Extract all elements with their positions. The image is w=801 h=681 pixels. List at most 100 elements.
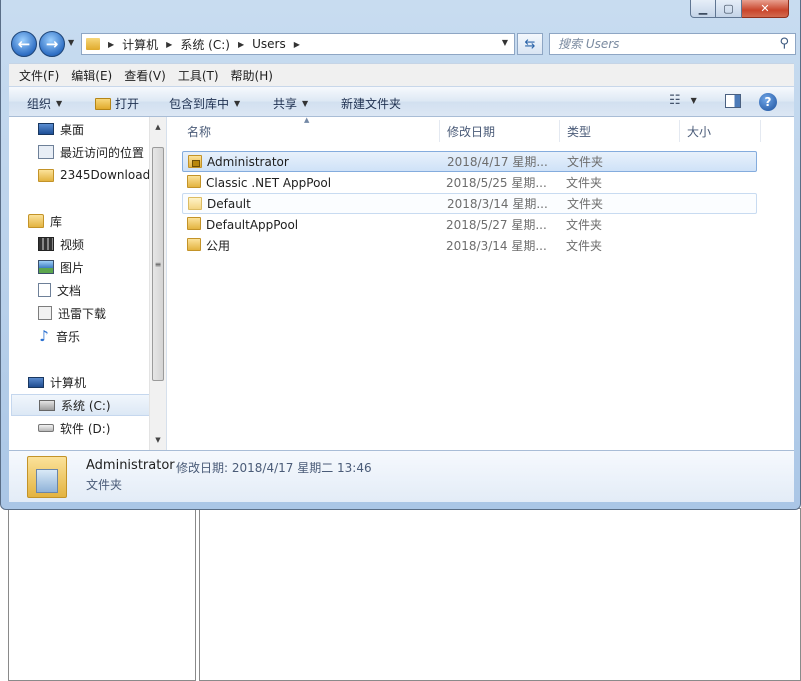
breadcrumb-users[interactable]: Users xyxy=(252,37,286,51)
menu-view[interactable]: 查看(V) xyxy=(124,67,166,84)
help-button[interactable]: ? xyxy=(759,93,777,111)
column-header-date-modified[interactable]: 修改日期 xyxy=(441,120,560,142)
organize-button[interactable]: 组织 ▼ xyxy=(27,95,62,112)
forward-button[interactable]: → xyxy=(39,31,65,57)
sidebar-item-videos[interactable]: 视频 xyxy=(38,233,84,255)
sidebar-item-label: 视频 xyxy=(60,237,85,252)
sidebar-item-recent-places[interactable]: 最近访问的位置 xyxy=(38,141,144,163)
computer-icon xyxy=(28,376,44,388)
navigation-row: ← → ▼ ▶ 计算机 ▶ 系统 (C:) ▶ Users ▶ ▼ ⇆ ⚲ xyxy=(9,29,796,57)
preview-pane-button[interactable] xyxy=(725,94,741,108)
navigation-scrollbar[interactable]: ▲ ≡ ▼ xyxy=(149,117,166,450)
sidebar-item-label: 图片 xyxy=(60,260,85,275)
sidebar-item-label: 音乐 xyxy=(56,329,81,344)
explorer-window: ▁ ▢ ✕ ← → ▼ ▶ 计算机 ▶ 系统 (C:) ▶ Users ▶ ▼ … xyxy=(0,0,801,510)
new-folder-button[interactable]: 新建文件夹 xyxy=(341,95,401,112)
open-button[interactable]: 打开 xyxy=(95,95,139,112)
sidebar-item-libraries[interactable]: 库 xyxy=(28,210,62,232)
new-folder-label: 新建文件夹 xyxy=(341,97,402,111)
sidebar-item-drive-d[interactable]: 软件 (D:) xyxy=(38,417,110,439)
details-item-type: 文件夹 xyxy=(86,478,123,492)
scrollbar-thumb[interactable]: ≡ xyxy=(152,147,164,381)
scroll-up-arrow-icon[interactable]: ▲ xyxy=(150,119,166,135)
chevron-right-icon[interactable]: ▶ xyxy=(166,40,172,49)
address-history-dropdown-icon[interactable]: ▼ xyxy=(502,38,508,47)
sidebar-item-pictures[interactable]: 图片 xyxy=(38,256,84,278)
chevron-right-icon[interactable]: ▶ xyxy=(108,40,114,49)
sidebar-item-desktop[interactable]: 桌面 xyxy=(38,118,84,140)
file-row[interactable]: DefaultAppPool 2018/5/27 星期... 文件夹 xyxy=(182,214,757,235)
sidebar-item-label: 文档 xyxy=(57,283,82,298)
file-date: 2018/4/17 星期... xyxy=(447,155,548,169)
refresh-button[interactable]: ⇆ xyxy=(517,33,543,55)
sidebar-item-documents[interactable]: 文档 xyxy=(38,279,81,301)
video-icon xyxy=(38,237,54,251)
menu-edit[interactable]: 编辑(E) xyxy=(71,67,112,84)
close-button[interactable]: ✕ xyxy=(742,0,789,18)
folder-icon xyxy=(187,238,201,251)
share-label: 共享 xyxy=(273,97,298,111)
file-name: Administrator xyxy=(207,154,289,169)
column-header-type[interactable]: 类型 xyxy=(561,120,680,142)
search-icon[interactable]: ⚲ xyxy=(779,36,789,51)
recent-places-icon xyxy=(38,145,54,159)
breadcrumb-computer[interactable]: 计算机 xyxy=(122,36,158,53)
open-label: 打开 xyxy=(115,97,140,111)
back-button[interactable]: ← xyxy=(11,31,37,57)
sidebar-item-label: 计算机 xyxy=(50,375,87,390)
scroll-down-arrow-icon[interactable]: ▼ xyxy=(150,432,166,448)
recent-pages-dropdown-icon[interactable]: ▼ xyxy=(68,38,74,47)
command-bar: 组织 ▼ 打开 包含到库中 ▼ 共享 ▼ 新建文件夹 ☷ ▼ ? xyxy=(9,86,794,117)
content-area: 桌面 最近访问的位置 2345Downloads 库 视频 图片 文档 迅雷下载… xyxy=(9,116,794,450)
menu-tools[interactable]: 工具(T) xyxy=(178,67,219,84)
background-window-left-pane xyxy=(8,508,196,681)
file-name: Classic .NET AppPool xyxy=(206,175,332,190)
maximize-button[interactable]: ▢ xyxy=(716,0,742,18)
libraries-icon xyxy=(28,214,44,228)
file-name: DefaultAppPool xyxy=(206,217,299,232)
file-row[interactable]: Classic .NET AppPool 2018/5/25 星期... 文件夹 xyxy=(182,172,757,193)
chevron-right-icon[interactable]: ▶ xyxy=(294,40,300,49)
file-row[interactable]: Default 2018/3/14 星期... 文件夹 xyxy=(182,193,757,214)
sidebar-item-computer[interactable]: 计算机 xyxy=(28,371,86,393)
folder-icon xyxy=(187,217,201,230)
view-options-icon: ☷ xyxy=(669,93,681,108)
file-list-pane: ▲ 名称 修改日期 类型 大小 Administrator 2018/4/17 … xyxy=(168,116,794,450)
music-note-icon: ♪ xyxy=(39,327,49,345)
chevron-down-icon: ▼ xyxy=(56,99,63,108)
include-in-library-button[interactable]: 包含到库中 ▼ xyxy=(169,95,240,112)
sidebar-item-2345downloads[interactable]: 2345Downloads xyxy=(38,164,156,186)
file-row[interactable]: 公用 2018/3/14 星期... 文件夹 xyxy=(182,235,757,256)
share-button[interactable]: 共享 ▼ xyxy=(273,95,308,112)
sidebar-item-drive-c[interactable]: 系统 (C:) xyxy=(11,394,151,416)
chevron-down-icon: ▼ xyxy=(690,96,697,105)
file-name: Default xyxy=(207,196,251,211)
locked-folder-icon xyxy=(188,155,202,168)
sidebar-item-label: 最近访问的位置 xyxy=(60,145,145,160)
address-bar[interactable]: ▶ 计算机 ▶ 系统 (C:) ▶ Users ▶ ▼ xyxy=(81,33,515,55)
file-type: 文件夹 xyxy=(566,218,603,232)
file-type: 文件夹 xyxy=(566,176,603,190)
details-pane: Administrator 修改日期: 2018/4/17 星期二 13:46 … xyxy=(9,450,794,502)
search-input[interactable] xyxy=(558,37,768,51)
menu-help[interactable]: 帮助(H) xyxy=(231,67,273,84)
system-drive-icon xyxy=(39,399,55,411)
column-header-size[interactable]: 大小 xyxy=(681,120,761,142)
document-icon xyxy=(38,283,51,297)
breadcrumb-drive-c[interactable]: 系统 (C:) xyxy=(180,36,230,53)
menu-file[interactable]: 文件(F) xyxy=(19,67,59,84)
details-item-name: Administrator xyxy=(86,458,175,473)
file-row[interactable]: Administrator 2018/4/17 星期... 文件夹 xyxy=(182,151,757,172)
column-header-name[interactable]: 名称 xyxy=(181,120,440,142)
sidebar-item-thunder-downloads[interactable]: 迅雷下载 xyxy=(38,302,106,324)
preview-pane-icon xyxy=(725,94,741,108)
file-name: 公用 xyxy=(206,239,231,253)
change-view-button[interactable]: ☷ ▼ xyxy=(669,93,697,108)
file-date: 2018/3/14 星期... xyxy=(446,239,547,253)
minimize-button[interactable]: ▁ xyxy=(690,0,716,18)
sidebar-item-music[interactable]: ♪ 音乐 xyxy=(38,325,80,347)
chevron-right-icon[interactable]: ▶ xyxy=(238,40,244,49)
details-modified-date: 修改日期: 2018/4/17 星期二 13:46 xyxy=(176,461,372,475)
sidebar-item-label: 迅雷下载 xyxy=(58,306,107,321)
menu-bar: 文件(F) 编辑(E) 查看(V) 工具(T) 帮助(H) xyxy=(9,63,794,86)
